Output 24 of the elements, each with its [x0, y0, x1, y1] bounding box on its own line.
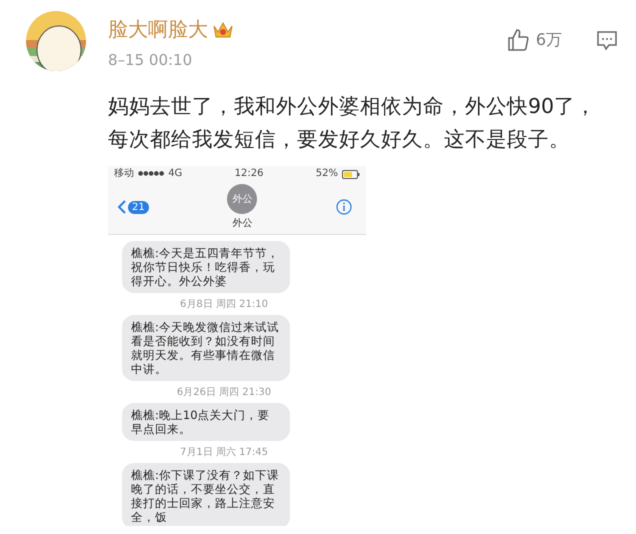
message-time: 7月1日 周六 17:45: [179, 446, 269, 459]
message-time: 6月8日 周四 21:10: [179, 298, 269, 311]
author-name[interactable]: 脸大啊脸大: [108, 16, 208, 43]
message-bubble: 樵樵:你下课了没有？如下课晚了的话，不要坐公交，直接打的士回家，路上注意安全，饭: [122, 463, 290, 526]
battery-icon: [342, 170, 360, 178]
comment-icon[interactable]: [596, 29, 618, 51]
message-bubble: 樵樵:今天晚发微信过来试试看是否能收到？如没有时间就明天发。有些事情在微信中讲。: [122, 315, 290, 381]
network-type: 4G: [168, 168, 182, 180]
back-icon[interactable]: [118, 200, 126, 214]
contact-name: 外公: [232, 217, 252, 230]
crown-icon: [212, 20, 234, 40]
post-time: 8–15 00:10: [108, 51, 194, 69]
unread-badge[interactable]: 21: [128, 200, 149, 214]
message-bubble: 樵樵:今天是五四青年节节，祝你节日快乐！吃得香，玩得开心。外公外婆: [122, 241, 290, 293]
message-bubble: 樵樵:晚上10点关大门，要早点回来。: [122, 403, 290, 441]
clock: 12:26: [234, 168, 264, 180]
battery-percent: 52%: [316, 168, 338, 180]
comment-text: 妈妈去世了，我和外公外婆相依为命，外公快90了，每次都给我发短信，要发好久好久。这不是段子。: [108, 93, 598, 153]
like-count: 6万: [536, 30, 562, 50]
contact-avatar[interactable]: 外公: [227, 184, 258, 214]
message-time: 6月26日 周四 21:30: [176, 386, 272, 399]
info-icon[interactable]: [336, 199, 352, 215]
like-icon[interactable]: [506, 28, 530, 52]
carrier-name: 移动: [114, 168, 134, 180]
